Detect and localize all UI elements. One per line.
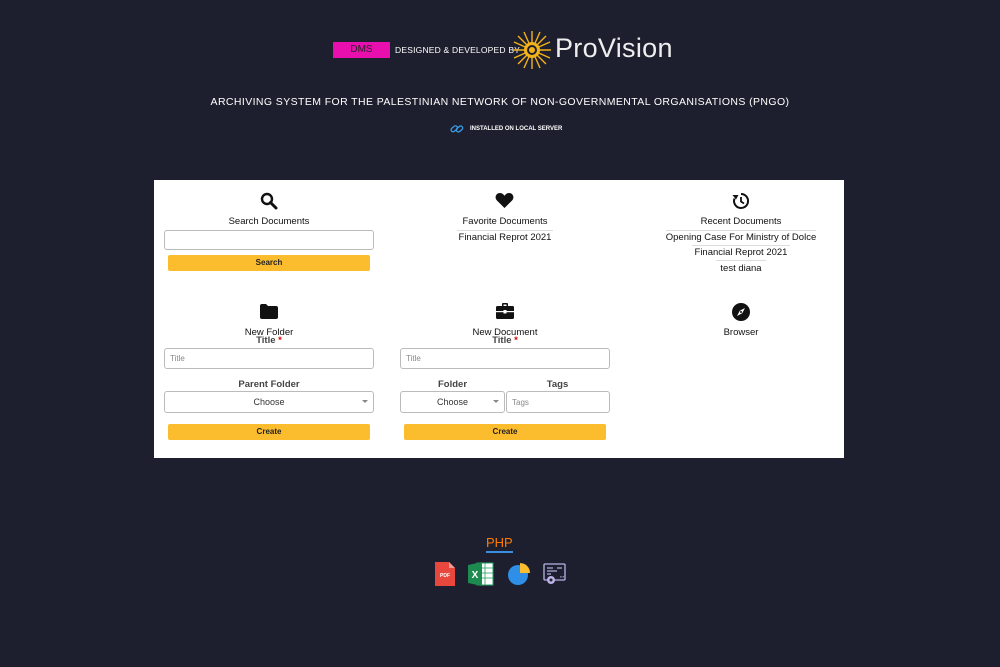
svg-text:PDF: PDF [440, 573, 450, 579]
document-title-input[interactable]: Title [400, 348, 610, 369]
briefcase-icon [496, 303, 514, 319]
php-label: PHP [486, 535, 513, 550]
chevron-down-icon [493, 400, 499, 403]
brand-name: ProVision [555, 33, 673, 63]
favorites-title: Favorite Documents [462, 216, 548, 227]
heart-icon [495, 192, 514, 209]
document-folder-select[interactable]: Choose [400, 391, 505, 413]
folder-title-label: Title * [256, 335, 282, 346]
recent-document-item[interactable]: Opening Case For Ministry of Dolce [636, 232, 846, 243]
create-document-button[interactable]: Create [404, 424, 606, 440]
system-subtitle: ARCHIVING SYSTEM FOR THE PALESTINIAN NET… [210, 96, 790, 108]
dashboard-panel: Search Documents Search Favorite Documen… [154, 180, 844, 458]
svg-text:X: X [472, 570, 479, 581]
svg-text:▪▪▪: ▪▪▪ [560, 574, 565, 579]
favorite-document-item[interactable]: Financial Reprot 2021 [400, 232, 610, 243]
browser-link[interactable]: Browser [636, 327, 846, 338]
search-button[interactable]: Search [168, 255, 370, 271]
search-input[interactable] [164, 230, 374, 250]
tags-label: Tags [546, 379, 569, 390]
pie-chart-icon [508, 563, 530, 585]
server-status: INSTALLED ON LOCAL SERVER [450, 122, 562, 136]
history-icon [732, 192, 750, 209]
create-folder-button[interactable]: Create [168, 424, 370, 440]
settings-report-icon: ▪▪▪ [543, 563, 566, 584]
compass-icon[interactable] [732, 303, 750, 321]
parent-folder-select[interactable]: Choose [164, 391, 374, 413]
pdf-icon: PDF [435, 562, 455, 586]
link-icon [450, 125, 464, 133]
tags-input[interactable]: Tags [506, 391, 610, 413]
recent-document-item[interactable]: Financial Reprot 2021 [636, 247, 846, 258]
recent-document-item[interactable]: test diana [636, 263, 846, 274]
folder-title-input[interactable]: Title [164, 348, 374, 369]
php-underline [486, 551, 513, 553]
folder-label: Folder [437, 379, 468, 390]
search-icon [260, 192, 278, 210]
search-title: Search Documents [228, 216, 310, 227]
parent-folder-label: Parent Folder [238, 379, 300, 390]
document-title-label: Title * [492, 335, 518, 346]
provision-sun-logo-icon [513, 31, 551, 69]
designed-by-text: DESIGNED & DEVELOPED BY [395, 45, 521, 55]
dms-badge: DMS [333, 42, 390, 58]
folder-icon [260, 304, 278, 319]
excel-icon: X [468, 562, 494, 586]
server-status-text: INSTALLED ON LOCAL SERVER [470, 126, 563, 132]
chevron-down-icon [362, 400, 368, 403]
recent-title: Recent Documents [700, 216, 782, 227]
